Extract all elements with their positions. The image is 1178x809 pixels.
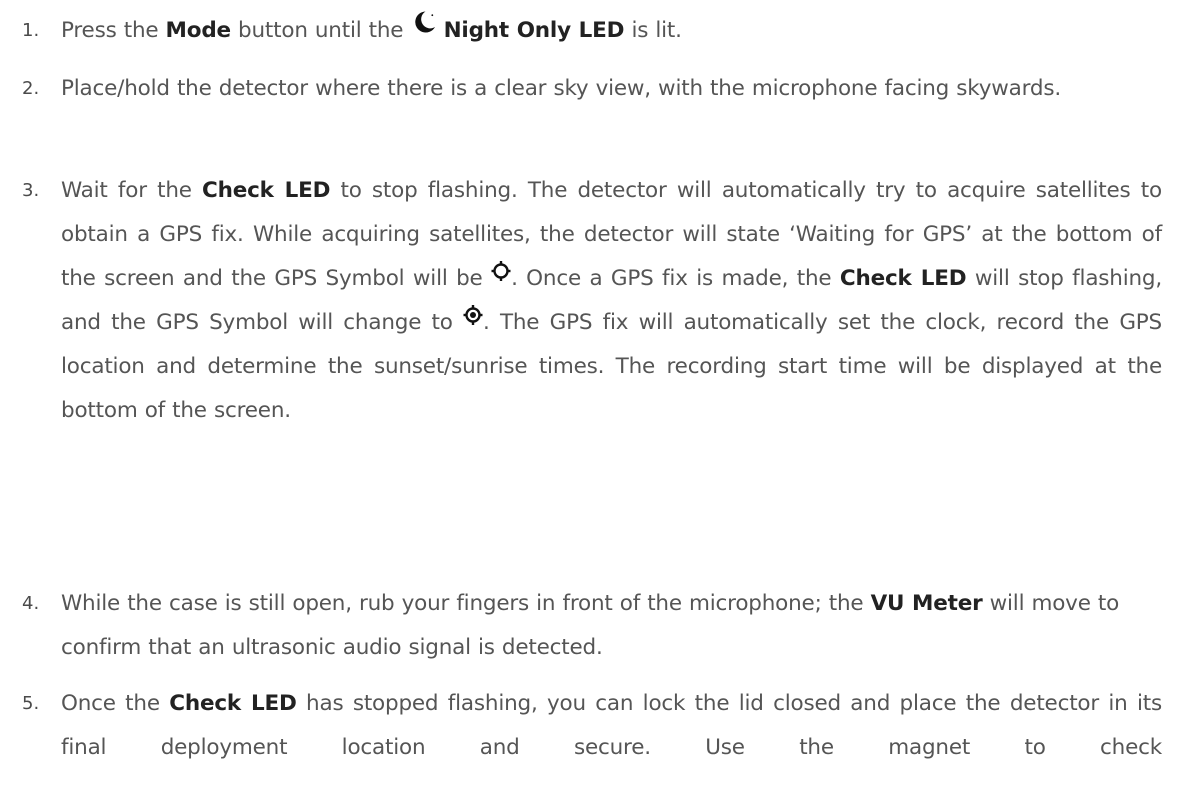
text-segment: Press the (61, 18, 166, 43)
text-segment: . Once a GPS fix is made, the (511, 266, 840, 291)
step-number: 4. (22, 593, 40, 614)
text-segment: button until the (230, 18, 411, 43)
instruction-list: 1. Press the Mode button until the Night… (0, 0, 1178, 809)
night-only-led-label: Night Only LED (443, 18, 625, 43)
step-number: 1. (22, 20, 40, 41)
step-text: Press the Mode button until the Night On… (61, 9, 1162, 53)
text-segment: While the case is still open, rub your f… (61, 591, 871, 616)
mode-button-label: Mode (165, 18, 232, 43)
check-led-label: Check LED (169, 691, 297, 716)
step-number: 5. (22, 693, 40, 714)
moon-stars-icon (410, 6, 436, 50)
check-led-label: Check LED (839, 266, 967, 291)
check-led-label: Check LED (202, 178, 331, 203)
step-number: 3. (22, 180, 40, 201)
step-text: While the case is still open, rub your f… (61, 582, 1162, 670)
step-text: Place/hold the detector where there is a… (61, 76, 1061, 101)
gps-searching-icon (491, 254, 511, 298)
step-text: Once the Check LED has stopped flashing,… (61, 682, 1162, 770)
vu-meter-label: VU Meter (870, 591, 983, 616)
step-text: Wait for the Check LED to stop flashing.… (61, 169, 1162, 433)
gps-fixed-icon (463, 298, 483, 342)
text-segment: is lit. (624, 18, 682, 43)
text-segment: Once the (61, 691, 170, 716)
step-number: 2. (22, 78, 40, 99)
text-segment: Wait for the (61, 178, 203, 203)
